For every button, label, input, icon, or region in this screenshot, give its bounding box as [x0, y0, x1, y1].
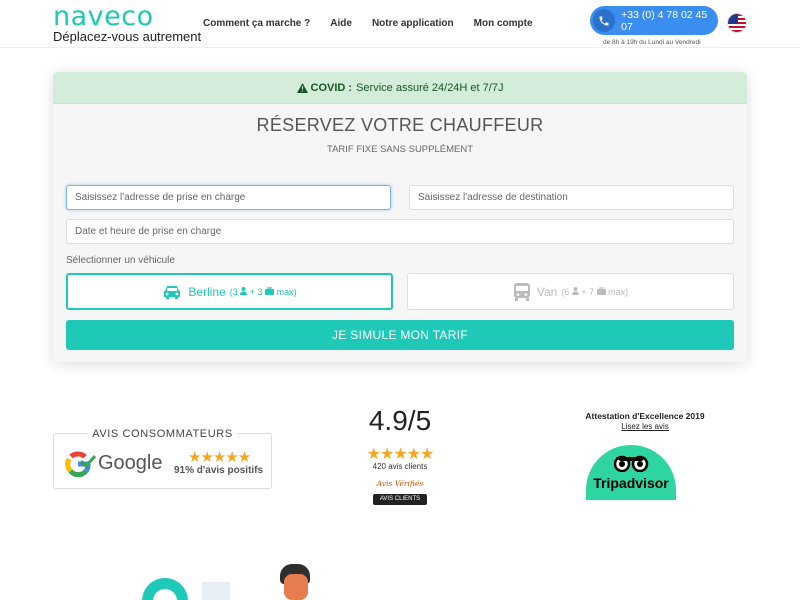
vehicle-option-van[interactable]: Van (6 + 7 max) [407, 273, 734, 310]
phone-button[interactable]: +33 (0) 4 78 02 45 07 [590, 6, 718, 35]
logo-tagline: Déplacez-vous autrement [53, 29, 202, 44]
bus-icon [513, 282, 530, 301]
nav-our-app[interactable]: Notre application [372, 17, 454, 31]
tripadvisor-wordmark: Tripadvisor [593, 475, 669, 491]
vehicle-bags: + 3 [249, 286, 263, 297]
person-icon [571, 286, 579, 295]
check-icon [80, 454, 96, 468]
verified-reviews-rating[interactable]: 4.9/5 ★★★★★ 420 avis clients Avis Vérifi… [340, 400, 460, 510]
main-nav: Comment ça marche ? Aide Notre applicati… [203, 17, 553, 31]
rating-stars: ★★★★★ [366, 446, 435, 463]
illustration-person-face [284, 574, 308, 600]
vehicle-label: Sélectionner un véhicule [66, 255, 175, 266]
vehicle-name: Berline [188, 284, 226, 299]
header: naveco Déplacez-vous autrement Comment ç… [0, 0, 800, 48]
datetime-input[interactable]: Date et heure de prise en charge [66, 219, 734, 244]
google-positive-rate: 91% d'avis positifs [174, 465, 264, 476]
vehicle-max: max) [608, 286, 629, 297]
us-flag-icon[interactable] [727, 13, 747, 33]
phone-number: +33 (0) 4 78 02 45 07 [621, 8, 708, 33]
vehicle-max: max) [276, 286, 297, 297]
booking-card: COVID : Service assuré 24/24H et 7/7J RÉ… [53, 72, 747, 362]
google-badge-title: AVIS CONSOMMATEURS [88, 428, 237, 440]
vehicle-pax: (6 [561, 286, 570, 297]
person-icon [240, 286, 248, 295]
rating-score: 4.9/5 [368, 405, 432, 436]
alert-label: COVID : [310, 81, 353, 94]
phone-icon [593, 9, 616, 32]
illustration-block [202, 582, 230, 600]
logo[interactable]: naveco Déplacez-vous autrement [53, 1, 202, 44]
nav-how-it-works[interactable]: Comment ça marche ? [203, 17, 310, 31]
car-icon [164, 285, 181, 299]
vehicle-option-berline[interactable]: Berline (3 + 3 max) [66, 273, 393, 310]
trip-read-reviews-link[interactable]: Lisez les avis [570, 422, 720, 431]
alert-text: Service assuré 24/24H et 7/7J [356, 81, 504, 94]
vehicle-pax: (3 [229, 286, 238, 297]
form-subtitle: TARIF FIXE SANS SUPPLÉMENT [326, 144, 474, 155]
destination-address-input[interactable]: Saisissez l'adresse de destination [409, 185, 734, 210]
warning-icon [296, 82, 308, 93]
logo-word: naveco [53, 1, 154, 32]
tripadvisor-logo: Tripadvisor [586, 445, 676, 500]
owl-icon [613, 455, 649, 472]
pickup-address-input[interactable]: Saisissez l'adresse de prise en charge [66, 185, 391, 210]
simulate-fare-button[interactable]: JE SIMULE MON TARIF [66, 320, 734, 350]
trip-title: Attestation d'Excellence 2019 [585, 411, 705, 421]
google-stars: ★★★★★ [188, 449, 251, 466]
tripadvisor-badge: Attestation d'Excellence 2019 Lisez les … [570, 410, 720, 510]
opening-hours: de 8h à 19h du Lundi au Vendredi [603, 39, 701, 46]
form-title: RÉSERVEZ VOTRE CHAUFFEUR [256, 115, 544, 135]
avis-verifies-logo: Avis Vérifiés [376, 479, 424, 488]
covid-alert: COVID : Service assuré 24/24H et 7/7J [53, 72, 747, 104]
nav-help[interactable]: Aide [330, 17, 352, 31]
suitcase-icon [265, 286, 275, 295]
vehicle-name: Van [536, 284, 558, 299]
vehicle-bags: + 7 [581, 286, 595, 297]
suitcase-icon [596, 286, 606, 295]
rating-count: 420 avis clients [372, 462, 428, 471]
illustration [120, 560, 340, 600]
google-reviews-badge[interactable]: AVIS CONSOMMATEURS Google ★★★★★ 91% d'av… [53, 428, 272, 489]
google-wordmark: Google [98, 452, 163, 474]
avis-clients-badge: AVIS CLIENTS [373, 494, 427, 505]
nav-my-account[interactable]: Mon compte [474, 17, 533, 31]
